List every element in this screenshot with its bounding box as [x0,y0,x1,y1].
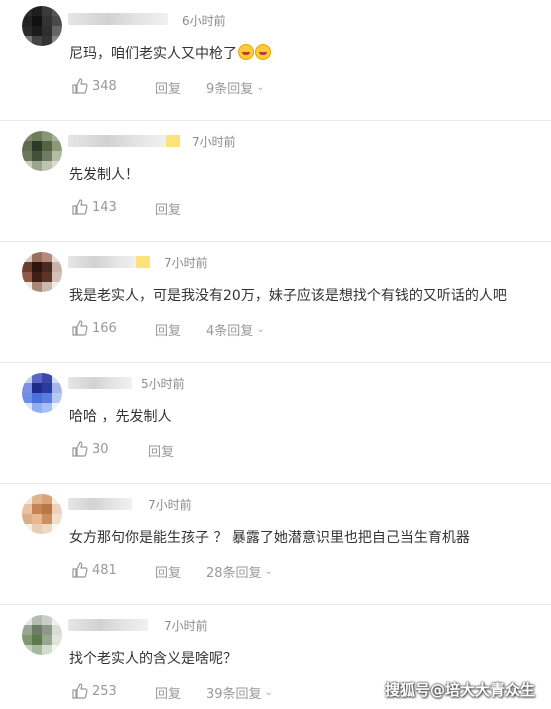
avatar[interactable] [22,131,62,171]
like-count: 166 [92,320,117,336]
like-button[interactable]: 166 [72,320,117,336]
like-count: 253 [92,683,117,699]
thumbs-up-icon [72,683,88,699]
laughing-emoji-icon [238,44,254,60]
reply-button[interactable]: 回复 [148,441,174,460]
comment-item: 6小时前 尼玛，咱们老实人又中枪了 348 回复 9条回复 ⌄ [0,0,551,121]
like-button[interactable]: 143 [72,199,117,215]
reply-button[interactable]: 回复 [155,562,181,581]
like-button[interactable]: 253 [72,683,117,699]
comment-item: 5小时前 哈哈 ，先发制人 30 回复 [0,363,551,484]
like-button[interactable]: 348 [72,78,117,94]
comment-time: 7小时前 [164,619,208,633]
comment-time: 5小时前 [141,377,185,391]
comment-item: 7小时前 女方那句你是能生孩子 ？ 暴露了她潜意识里也把自己当生育机器 481 … [0,484,551,605]
comment-time: 7小时前 [192,135,236,149]
comment-time: 7小时前 [148,498,192,512]
chevron-down-icon: ⌄ [256,324,265,335]
avatar[interactable] [22,252,62,292]
comment-text: 先发制人！ [69,167,139,183]
avatar[interactable] [22,494,62,534]
reply-button[interactable]: 回复 [155,683,181,702]
avatar[interactable] [22,6,62,46]
reply-button[interactable]: 回复 [155,78,181,97]
username-blurred[interactable] [68,135,180,147]
comment-text: 哈哈 ，先发制人 [69,409,172,425]
username-blurred[interactable] [68,619,148,631]
username-blurred[interactable] [68,256,150,268]
reply-button[interactable]: 回复 [155,199,181,218]
like-count: 30 [92,441,109,457]
thumbs-up-icon [72,199,88,215]
like-count: 143 [92,199,117,215]
comment-text: 我是老实人，可是我没有20万，妹子应该是想找个有钱的又听话的人吧 [69,288,507,304]
like-count: 481 [92,562,117,578]
thumbs-up-icon [72,562,88,578]
thumbs-up-icon [72,441,88,457]
comment-item: 7小时前 先发制人！ 143 回复 [0,121,551,242]
username-blurred[interactable] [68,13,168,25]
chevron-down-icon: ⌄ [256,82,265,93]
like-count: 348 [92,78,117,94]
chevron-down-icon: ⌄ [264,566,273,577]
avatar[interactable] [22,373,62,413]
reply-button[interactable]: 回复 [155,320,181,339]
chevron-down-icon: ⌄ [264,687,273,698]
comment-text: 找个老实人的含义是啥呢？ [69,651,237,667]
avatar[interactable] [22,615,62,655]
thumbs-up-icon [72,320,88,336]
expand-replies-button[interactable]: 39条回复 ⌄ [206,683,273,702]
expand-replies-button[interactable]: 28条回复 ⌄ [206,562,273,581]
laughing-emoji-icon [255,44,271,60]
expand-replies-button[interactable]: 9条回复 ⌄ [206,78,265,97]
comment-time: 6小时前 [182,14,226,28]
comment-item: 7小时前 我是老实人，可是我没有20万，妹子应该是想找个有钱的又听话的人吧 16… [0,242,551,363]
like-button[interactable]: 481 [72,562,117,578]
username-blurred[interactable] [68,377,132,389]
thumbs-up-icon [72,78,88,94]
username-blurred[interactable] [68,498,132,510]
expand-replies-button[interactable]: 4条回复 ⌄ [206,320,265,339]
comment-time: 7小时前 [164,256,208,270]
comment-text: 女方那句你是能生孩子 ？ 暴露了她潜意识里也把自己当生育机器 [69,530,470,546]
source-watermark: 搜狐号@培大大青众生 [384,681,535,699]
like-button[interactable]: 30 [72,441,109,457]
comment-text: 尼玛，咱们老实人又中枪了 [69,43,271,63]
